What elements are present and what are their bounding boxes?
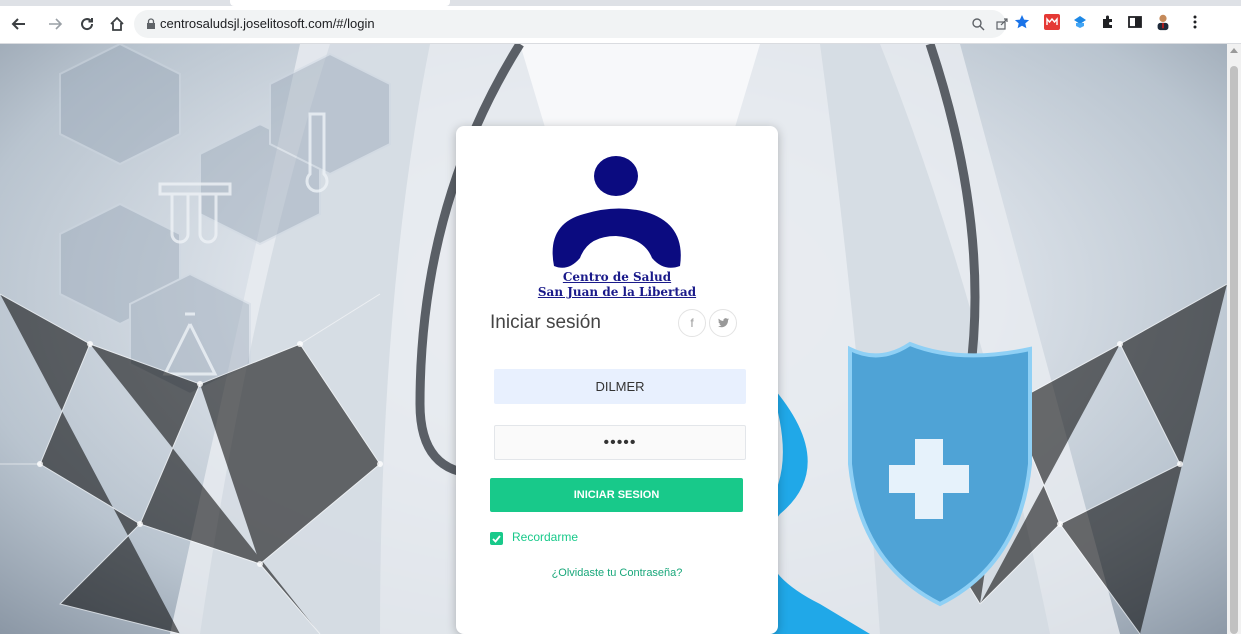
brand-line-2: San Juan de la Libertad: [537, 285, 697, 299]
facebook-icon[interactable]: f: [678, 309, 706, 337]
login-button[interactable]: INICIAR SESION: [490, 478, 743, 512]
side-panel-icon[interactable]: [1126, 13, 1144, 31]
remember-label[interactable]: Recordarme: [512, 530, 578, 544]
forgot-password-link[interactable]: ¿Olvidaste tu Contraseña?: [456, 567, 778, 579]
share-icon[interactable]: [994, 16, 1010, 32]
browser-toolbar: centrosaludsjl.joselitosoft.com/#/login: [0, 0, 1241, 44]
tab-strip: [0, 0, 1241, 6]
clinic-logo-icon: [552, 156, 681, 268]
username-field[interactable]: DILMER: [494, 369, 746, 404]
forward-icon[interactable]: [44, 14, 66, 34]
extension-red-icon[interactable]: [1043, 13, 1061, 31]
login-card: Centro de Salud San Juan de la Libertad …: [456, 126, 778, 634]
active-tab[interactable]: [230, 0, 450, 6]
extensions-puzzle-icon[interactable]: [1099, 13, 1117, 31]
reload-icon[interactable]: [76, 14, 98, 34]
bookmark-star-icon[interactable]: [1013, 13, 1031, 31]
url-text[interactable]: centrosaludsjl.joselitosoft.com/#/login: [160, 16, 375, 31]
scroll-up-arrow-icon[interactable]: [1230, 48, 1238, 53]
back-icon[interactable]: [8, 14, 30, 34]
scrollbar-thumb[interactable]: [1230, 66, 1238, 634]
password-field[interactable]: •••••: [494, 425, 746, 460]
remember-checkbox[interactable]: [490, 532, 503, 545]
page-scrollbar[interactable]: [1227, 44, 1241, 634]
login-title: Iniciar sesión: [490, 312, 601, 333]
brand-line-1: Centro de Salud: [562, 270, 672, 284]
zoom-icon[interactable]: [970, 16, 986, 32]
profile-avatar-icon[interactable]: [1154, 13, 1172, 31]
home-icon[interactable]: [106, 14, 128, 34]
menu-kebab-icon[interactable]: [1186, 13, 1204, 31]
lock-icon[interactable]: [144, 17, 158, 31]
extension-blue-icon[interactable]: [1071, 13, 1089, 31]
twitter-icon[interactable]: [709, 309, 737, 337]
address-bar[interactable]: centrosaludsjl.joselitosoft.com/#/login: [134, 10, 1008, 38]
